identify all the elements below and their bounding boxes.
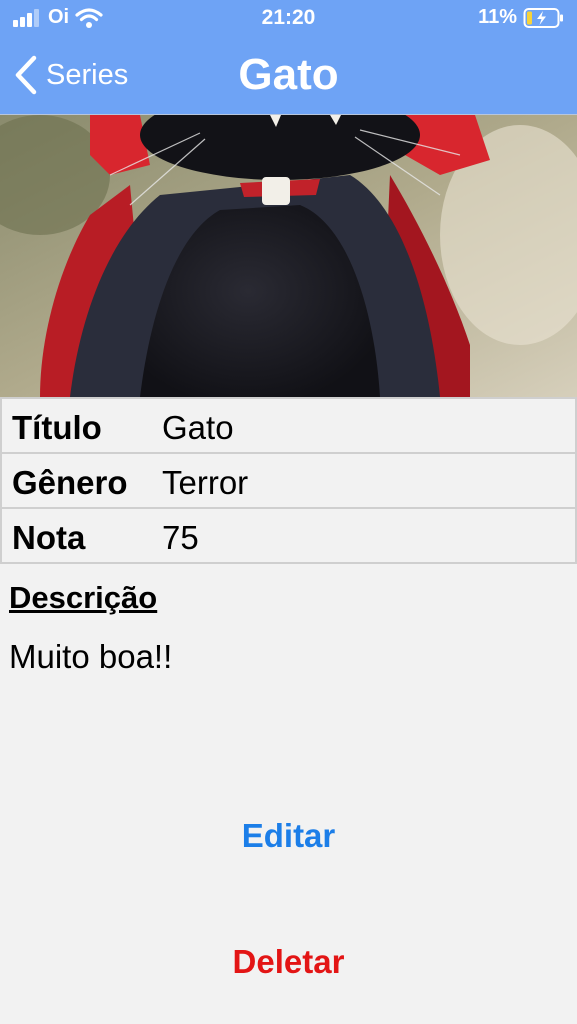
description-text: Muito boa!! xyxy=(9,638,173,675)
delete-button[interactable]: Deletar xyxy=(0,942,577,982)
detail-label: Nota xyxy=(12,519,86,556)
description-heading: Descrição xyxy=(9,580,158,615)
detail-row-genre: Gênero Terror xyxy=(0,454,577,509)
cat-photo xyxy=(0,115,577,397)
series-image xyxy=(0,115,577,397)
detail-value: Terror xyxy=(162,464,249,501)
status-right: 11% xyxy=(478,6,565,29)
detail-row-title: Título Gato xyxy=(0,397,577,454)
page-title: Gato xyxy=(238,50,339,99)
detail-value: 75 xyxy=(162,519,199,556)
detail-label: Gênero xyxy=(12,464,128,501)
status-bar: Oi 21:20 11% xyxy=(0,0,577,40)
detail-row-rating: Nota 75 xyxy=(0,509,577,564)
battery-charging-icon xyxy=(523,7,563,28)
details-table: Título Gato Gênero Terror Nota 75 xyxy=(0,397,577,564)
battery-percent: 11% xyxy=(478,6,517,28)
detail-label: Título xyxy=(12,409,102,446)
detail-value: Gato xyxy=(162,409,234,446)
navigation-bar: Series Gato xyxy=(0,40,577,115)
edit-button[interactable]: Editar xyxy=(0,816,577,856)
